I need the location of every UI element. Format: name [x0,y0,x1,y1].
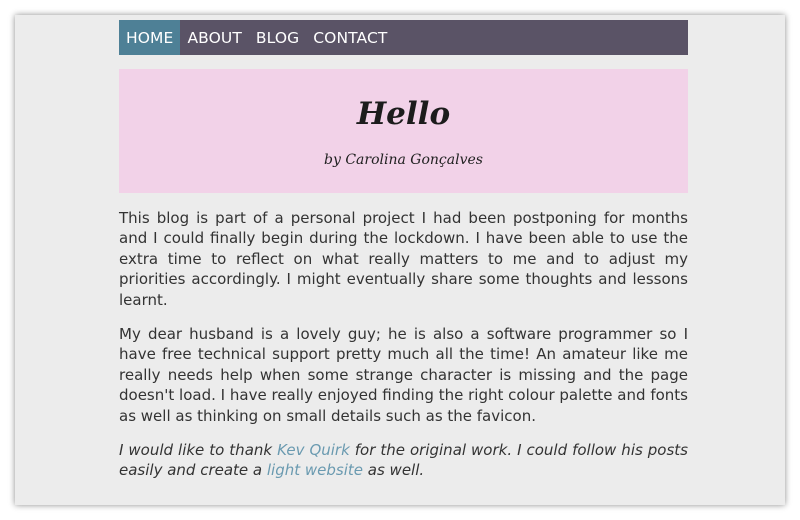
header-banner: Hello by Carolina Gonçalves [119,69,688,193]
thanks-text-1: I would like to thank [119,441,278,460]
page-container: HOME ABOUT BLOG CONTACT Hello by Carolin… [119,20,688,495]
main-nav: HOME ABOUT BLOG CONTACT [119,20,688,55]
light-website-link[interactable]: light website [267,461,363,479]
nav-blog-link[interactable]: BLOG [249,20,306,55]
nav-contact-link[interactable]: CONTACT [306,20,394,55]
page-title: Hello [356,96,451,132]
nav-about-link[interactable]: ABOUT [180,20,248,55]
nav-home-link[interactable]: HOME [119,20,181,55]
thanks-paragraph: I would like to thank Kev Quirk for the … [119,440,688,481]
browser-window: HOME ABOUT BLOG CONTACT Hello by Carolin… [15,15,785,505]
husband-paragraph: My dear husband is a lovely guy; he is a… [119,325,688,425]
thanks-text-3: as well. [363,461,425,480]
intro-paragraph: This blog is part of a personal project … [119,209,688,309]
author-byline: by Carolina Gonçalves [324,152,483,168]
main-content: This blog is part of a personal project … [119,208,688,481]
kev-quirk-link[interactable]: Kev Quirk [277,441,350,459]
